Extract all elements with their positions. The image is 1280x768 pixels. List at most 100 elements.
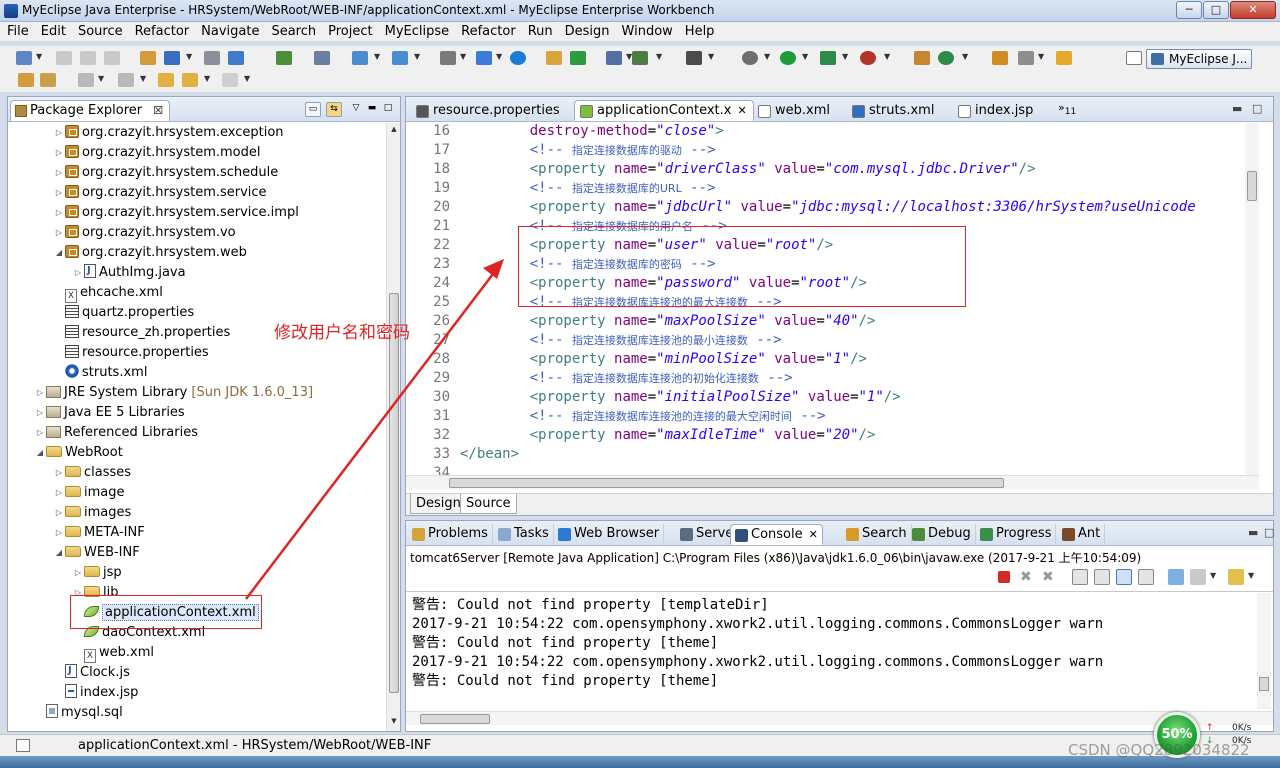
editor-tab[interactable]: web.xml [752,100,837,121]
editor-scroll-thumb[interactable] [1247,171,1257,201]
stop-dropdown-icon[interactable]: ▼ [884,52,890,61]
close-window-button[interactable]: ✕ [1230,1,1276,19]
expand-toggle-icon[interactable]: ◢ [53,243,65,263]
close-icon[interactable]: ☒ [153,104,163,117]
tree-item[interactable]: ▷ org.crazyit.hrsystem.service.impl [53,203,299,223]
console-vertical-scrollbar[interactable] [1257,593,1271,709]
tree-item[interactable]: mysql.sql [34,703,123,723]
save-icon[interactable] [56,51,72,65]
editor-hscroll-thumb[interactable] [449,478,1004,488]
editor-vertical-scrollbar[interactable] [1245,123,1259,475]
console-tab[interactable]: Progress [976,524,1057,545]
debug-bug-icon[interactable] [742,51,758,65]
camera-icon[interactable] [686,51,702,65]
stop-run-icon[interactable] [860,51,876,65]
close-tab-icon[interactable]: ✕ [809,528,818,541]
menu-edit[interactable]: Edit [34,22,71,42]
pen-icon[interactable] [1018,51,1034,65]
expand-toggle-icon[interactable]: ▷ [53,183,65,203]
web-dropdown-icon[interactable]: ▼ [414,52,420,61]
tree-item[interactable]: ▷ image [53,483,125,503]
menu-refactor[interactable]: Refactor [128,22,195,42]
show-on-output-icon[interactable] [1116,569,1132,585]
open-console-dropdown-icon[interactable]: ▼ [1248,571,1254,580]
scroll-lock-icon[interactable] [1094,569,1110,585]
open-perspective-icon[interactable] [1126,51,1142,65]
minimize-view-icon[interactable]: ▬ [364,102,380,117]
tree-item[interactable]: resource_zh.properties [53,323,230,343]
view-menu-icon[interactable]: ▽ [348,102,364,117]
run-server-icon[interactable] [570,51,586,65]
editor-tab[interactable]: applicationContext.x ✕ [574,100,754,121]
print-icon[interactable] [104,51,120,65]
expand-toggle-icon[interactable]: ▷ [34,403,46,423]
package-explorer-tab[interactable]: Package Explorer ☒ [10,100,171,121]
last-edit-icon[interactable] [158,73,174,87]
type-dropdown-icon[interactable]: ▼ [186,52,192,61]
forward-dropdown-icon[interactable]: ▼ [244,74,250,83]
tree-item[interactable]: ◢ WebRoot [34,443,123,463]
expand-toggle-icon[interactable]: ▷ [53,223,65,243]
expand-toggle-icon[interactable]: ▷ [72,263,84,283]
tree-item[interactable]: ▷ JRE System Library [Sun JDK 1.6.0_13] [34,383,313,403]
new-java-project-icon[interactable] [140,51,156,65]
expand-toggle-icon[interactable]: ▷ [34,383,46,403]
tree-item[interactable]: Xweb.xml [72,643,154,663]
tab-source[interactable]: Source [460,494,517,514]
tree-item[interactable]: ▷ org.crazyit.hrsystem.schedule [53,163,278,183]
new-web-icon[interactable] [392,51,408,65]
tab-design[interactable]: Design [410,494,467,514]
pen-dropdown-icon[interactable]: ▼ [1038,52,1044,61]
link-with-editor-icon[interactable]: ⇆ [326,102,342,117]
terminate-icon[interactable] [998,571,1010,583]
tools-icon[interactable] [440,51,456,65]
editor-tab[interactable]: index.jsp [952,100,1040,121]
browser-globe-icon[interactable] [510,51,526,65]
tree-item[interactable]: quartz.properties [53,303,194,323]
tree-item[interactable]: ▷ jsp [72,563,122,583]
next-annotation-icon[interactable] [78,73,94,87]
tree-item[interactable]: ▷ org.crazyit.hrsystem.model [53,143,260,163]
minimize-console-icon[interactable]: ▬ [1248,526,1258,539]
tree-item[interactable]: ▷ Java EE 5 Libraries [34,403,185,423]
tree-item[interactable]: ◢ org.crazyit.hrsystem.web [53,243,247,263]
tree-item[interactable]: Xehcache.xml [53,283,163,303]
deploy-icon[interactable] [204,51,220,65]
new-icon[interactable] [16,51,32,65]
expand-toggle-icon[interactable]: ▷ [53,203,65,223]
expand-toggle-icon[interactable]: ▷ [53,483,65,503]
prev-annotation-icon[interactable] [118,73,134,87]
open-type-icon[interactable] [164,51,180,65]
external-tools-dropdown-icon[interactable]: ▼ [842,52,848,61]
tree-item[interactable]: ◢ WEB-INF [53,543,140,563]
minimize-editor-icon[interactable]: ▬ [1232,102,1242,115]
class-dropdown-icon[interactable]: ▼ [962,52,968,61]
run-icon[interactable] [780,51,796,65]
console-tab[interactable]: Search [842,524,912,545]
menu-window[interactable]: Window [615,22,678,42]
console-scroll-thumb[interactable] [1259,677,1269,691]
back-icon[interactable] [182,73,198,87]
expand-toggle-icon[interactable]: ▷ [34,423,46,443]
editor-horizontal-scrollbar[interactable] [406,475,1259,489]
debug-dropdown-icon[interactable]: ▼ [764,52,770,61]
web-project-icon[interactable] [314,51,330,65]
db-browser-icon[interactable] [276,51,292,65]
designer-icon[interactable] [476,51,492,65]
tree-item[interactable]: ▷ AuthImg.java [72,261,186,283]
menu-refactor[interactable]: Refactor [454,22,521,42]
display-console-dropdown-icon[interactable]: ▼ [1210,571,1216,580]
expand-toggle-icon[interactable]: ◢ [53,543,65,563]
camera-dropdown-icon[interactable]: ▼ [708,52,714,61]
pin-console-icon[interactable] [1168,569,1184,585]
configure-icon[interactable] [606,51,622,65]
editor-tab[interactable]: struts.xml [846,100,941,121]
remove-all-icon[interactable]: ✖ [1042,569,1058,585]
toggle-mark-icon[interactable] [18,73,34,87]
menu-myeclipse[interactable]: MyEclipse [378,22,455,42]
open-console-icon[interactable] [1228,569,1244,585]
menu-design[interactable]: Design [558,22,615,42]
expand-toggle-icon[interactable]: ▷ [72,563,84,583]
collapse-all-icon[interactable]: ▭ [305,102,321,117]
clear-console-icon[interactable] [1072,569,1088,585]
